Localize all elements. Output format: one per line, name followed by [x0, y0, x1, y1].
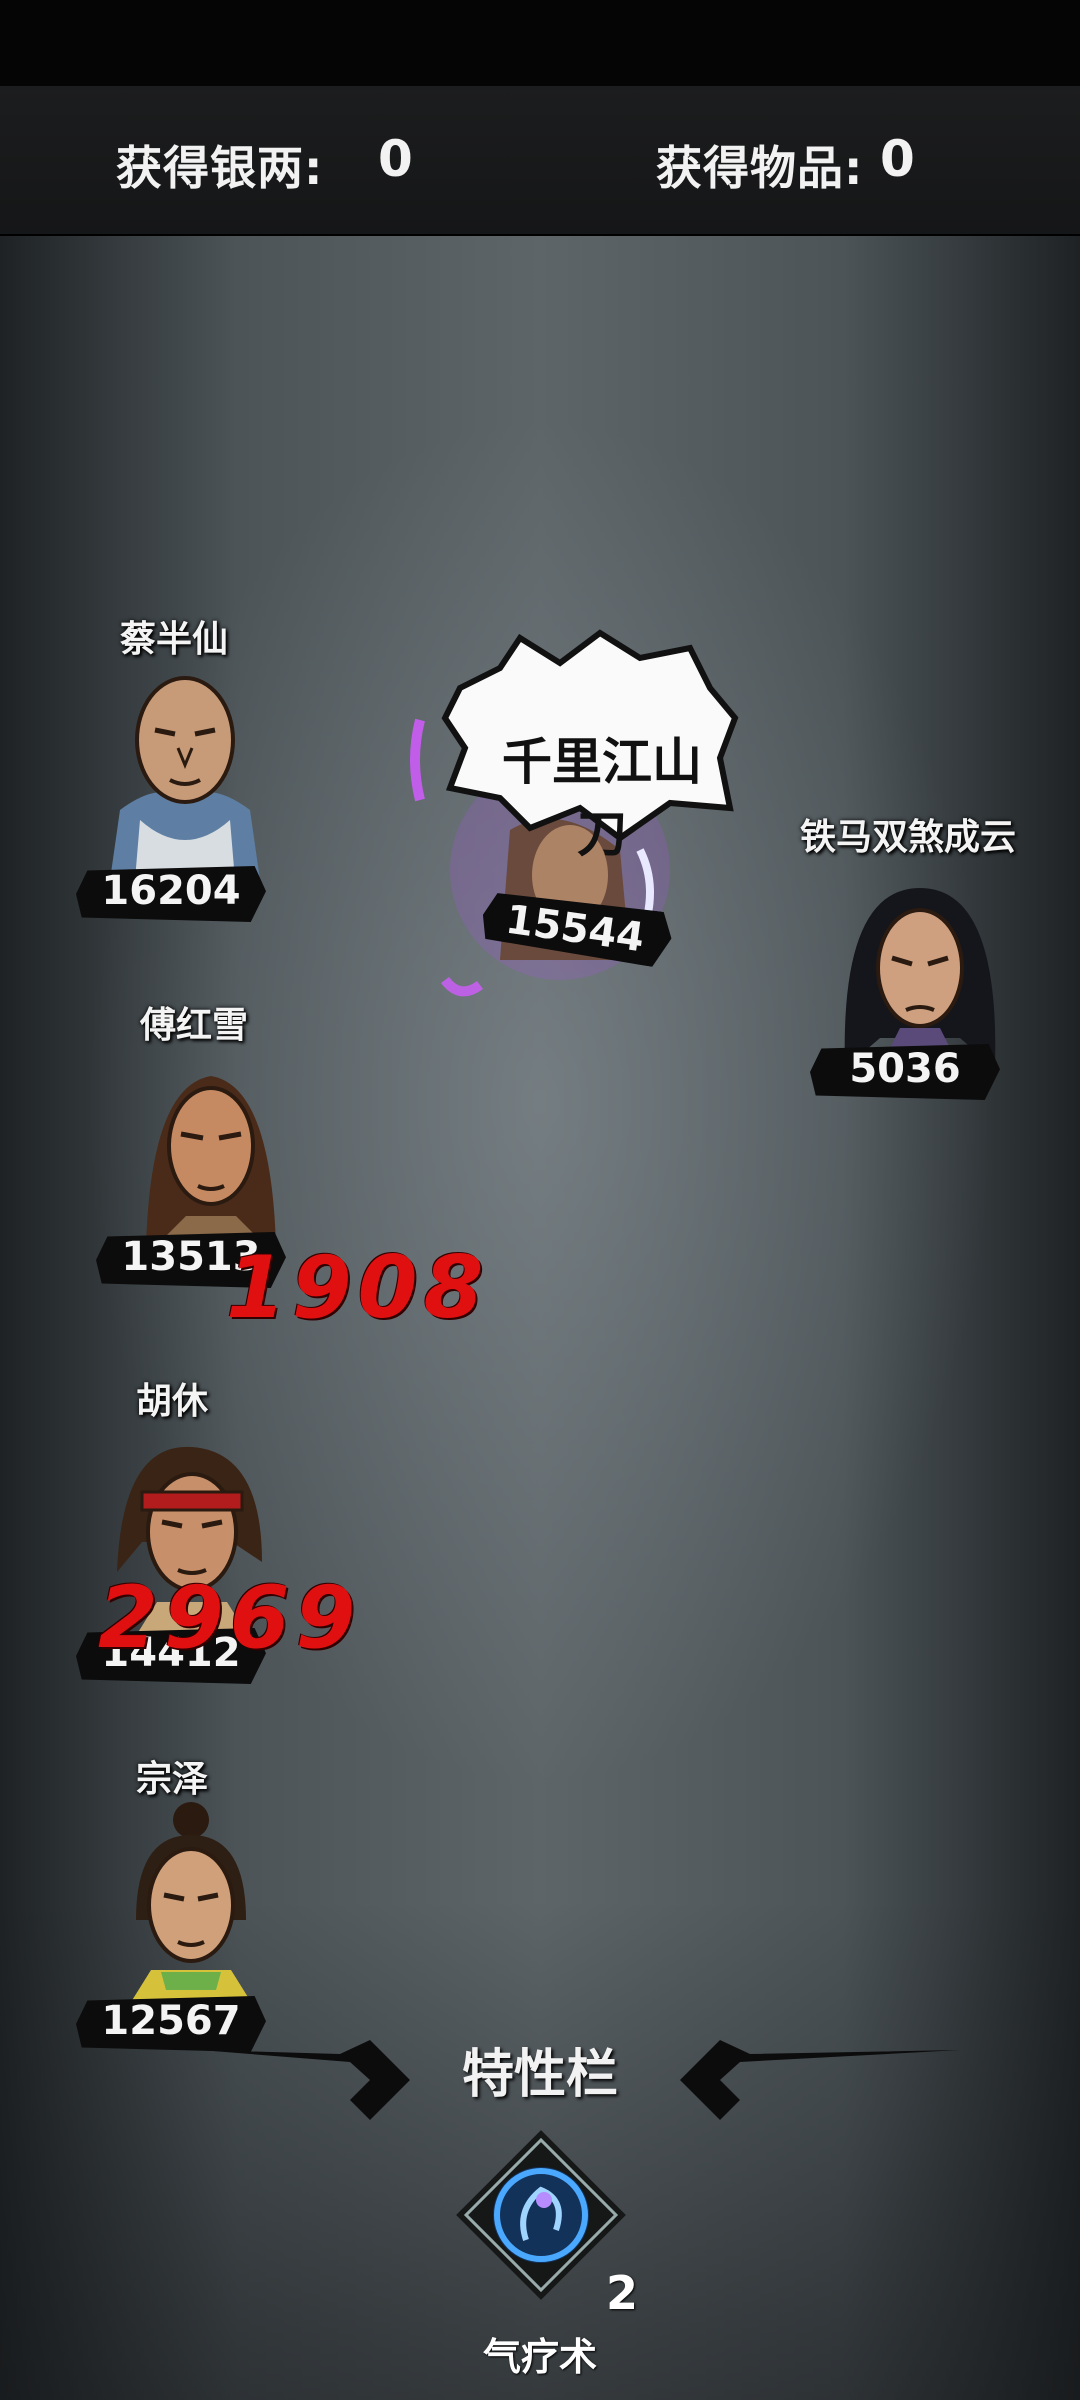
damage-number: 2969	[98, 1568, 362, 1668]
portrait-longblackhair-icon	[844, 888, 996, 1068]
status-bar	[0, 0, 1080, 86]
portrait-topknot-icon	[126, 1802, 256, 2010]
ally-name: 胡休	[136, 1381, 209, 1422]
ally-name: 宗泽	[136, 1759, 209, 1800]
hp-value: 5036	[849, 1046, 961, 1092]
skill-callout-text: 千里江山刀	[502, 733, 702, 863]
portrait-bald-icon	[110, 676, 260, 880]
items-value: 0	[880, 130, 915, 188]
qi-heal-skill-icon[interactable]	[456, 2130, 626, 2300]
ally-name: 蔡半仙	[120, 619, 229, 660]
portrait-longhair-icon	[146, 1076, 276, 1246]
silver-label: 获得银两:	[116, 141, 324, 195]
damage-number: 1908	[226, 1238, 490, 1338]
hp-value: 16204	[101, 868, 241, 914]
skill-name: 气疗术	[482, 2335, 597, 2379]
enemy-name: 铁马双煞成云	[800, 817, 1017, 858]
ally-name: 傅红雪	[140, 1005, 249, 1046]
trait-bar-title: 特性栏	[461, 2045, 618, 2105]
skill-count: 2	[606, 2266, 639, 2320]
silver-value: 0	[378, 130, 413, 188]
loot-header: 获得银两: 0 获得物品: 0	[0, 86, 1080, 236]
items-label: 获得物品:	[656, 141, 864, 195]
